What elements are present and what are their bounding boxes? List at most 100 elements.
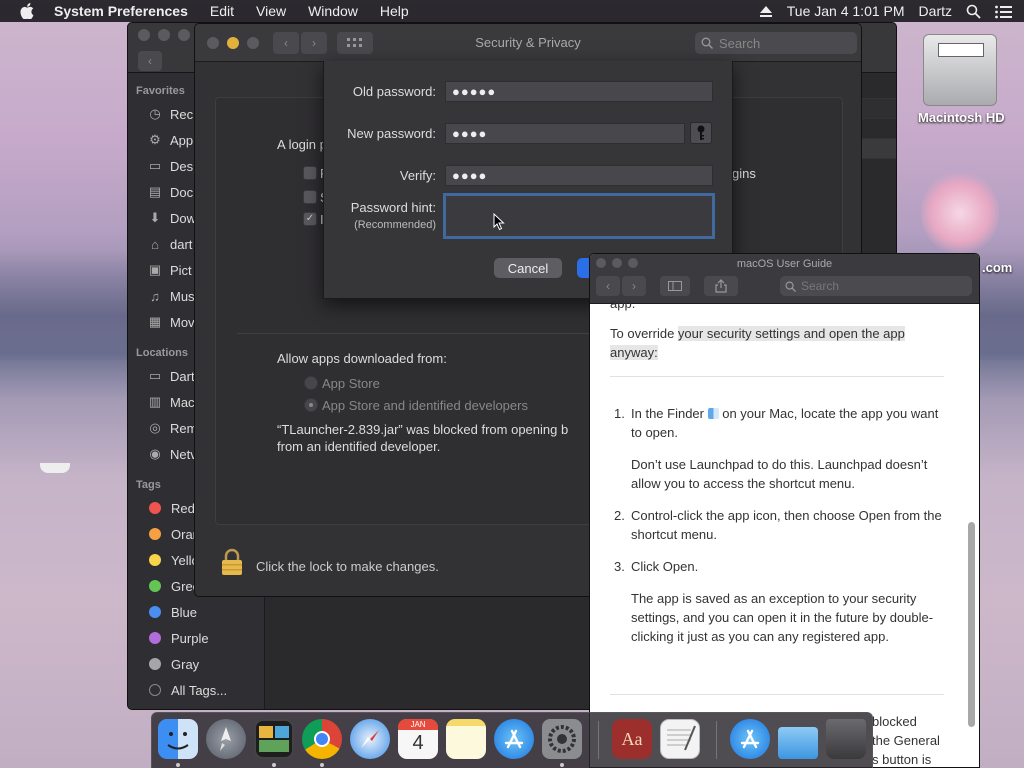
notes-icon[interactable] [446,719,486,759]
launchpad-icon[interactable] [206,719,246,759]
search-icon [785,281,796,292]
finder-icon[interactable] [158,719,198,759]
close-icon[interactable] [138,29,150,41]
zoom-icon[interactable] [178,29,190,41]
guide-title: macOS User Guide [736,258,833,270]
login-password-text: A login p [277,137,327,152]
desktop-image-icon[interactable] [921,170,999,256]
app-store-icon[interactable] [494,719,534,759]
running-indicator [560,763,564,767]
sidebar-item-label: Dart [170,368,195,384]
guide-content: app. To override your security settings … [590,296,979,767]
safari-icon[interactable] [350,719,390,759]
tag-color-icon [149,528,161,540]
sidebar-item-label: Mac [170,394,195,410]
tag-color-icon [149,502,161,514]
cancel-button[interactable]: Cancel [494,258,562,278]
guide-search-input[interactable] [801,279,961,293]
identified-developers-radio[interactable] [304,398,318,412]
old-password-label: Old password: [352,84,436,99]
downloads-folder-icon[interactable] [778,727,818,759]
apple-menu-icon[interactable] [20,3,36,19]
computer-icon: ▭ [148,368,162,383]
sidebar-item-label: All Tags... [171,682,228,698]
sidebar-item-tag-5[interactable]: Purple [128,625,264,651]
menu-app-name[interactable]: System Preferences [54,3,188,19]
trash-icon[interactable] [826,719,866,759]
sidebar-item-label: Pict [170,262,192,278]
sidebar-item-label: Des [170,158,194,174]
step-number: 3. [614,559,625,574]
sidebar-item-label: Dow [170,210,197,226]
password-hint-field[interactable] [443,193,715,239]
menu-edit[interactable]: Edit [210,3,234,19]
guide-text-fragment: the General [872,733,940,748]
sidebar-toggle-button[interactable] [660,276,690,296]
menu-window[interactable]: Window [308,3,358,19]
share-button[interactable] [704,276,738,296]
show-message-checkbox[interactable] [303,190,317,204]
mouse-cursor-icon [493,213,505,231]
chrome-icon[interactable] [302,719,342,759]
photo-app-icon[interactable] [254,719,294,759]
tag-color-icon [149,554,161,566]
music-icon: ♫ [150,288,160,304]
blocked-app-message-cont: from an identified developer. [277,439,441,454]
minimize-icon[interactable] [158,29,170,41]
sidebar-item-label: dart [170,236,193,252]
system-preferences-icon[interactable] [542,719,582,759]
app-store-downloads-icon[interactable] [730,719,770,759]
desktop-image-label: .com [982,260,1013,275]
app-store-radio-label: App Store [322,376,380,391]
app-store-radio[interactable] [304,376,318,390]
finder-icon [707,408,719,419]
sidebar-item-label: Gray [171,656,200,672]
lock-icon[interactable] [221,548,243,576]
apps-icon: ⚙ [149,132,161,147]
sidebar-item-all-tags[interactable]: All Tags... [128,677,264,703]
back-button[interactable]: ‹ [138,51,162,71]
dictionary-icon[interactable]: Aa [612,719,652,759]
back-button[interactable]: ‹ [596,276,620,296]
verify-password-field[interactable] [445,165,713,186]
search-input[interactable] [719,35,849,51]
menu-help[interactable]: Help [380,3,409,19]
tag-color-icon [149,606,161,618]
notification-center-icon[interactable] [995,3,1012,19]
new-password-field[interactable] [445,123,685,144]
blocked-app-message: “TLauncher-2.839.jar” was blocked from o… [277,422,569,437]
textedit-icon[interactable] [660,719,700,759]
sidebar-item-label: Netv [170,446,197,462]
disable-auto-login-checkbox[interactable]: ✓ [303,212,317,226]
sidebar-item-tag-4[interactable]: Blue [128,599,264,625]
step-1: In the Finder on your Mac, locate the ap… [631,404,949,442]
old-password-field[interactable] [445,81,713,102]
step-number: 2. [614,508,625,523]
eject-icon[interactable] [759,3,773,19]
sidebar-item-tag-6[interactable]: Gray [128,651,264,677]
menu-view[interactable]: View [256,3,286,19]
all-tags-icon [149,684,161,696]
user-guide-window[interactable]: macOS User Guide ‹ › app. To override yo… [589,253,980,768]
desktop-hard-drive[interactable]: Macintosh HD [918,34,1005,125]
guide-scrollbar[interactable] [968,522,975,727]
sidebar-item-label: App [170,132,194,148]
guide-search[interactable] [780,276,972,296]
wallpaper-boat [40,463,70,473]
step-1-note: Don’t use Launchpad to do this. Launchpa… [631,457,928,491]
require-password-checkbox[interactable] [303,166,317,180]
sidebar-icon [668,281,682,291]
spotlight-icon[interactable] [966,3,981,20]
home-icon: ⌂ [151,236,159,252]
step-3: Click Open. [631,559,699,574]
finder-running-indicator [176,763,180,767]
preferences-search[interactable] [695,32,857,54]
password-assistant-button[interactable] [690,122,712,144]
menu-clock[interactable]: Tue Jan 4 1:01 PM [787,3,905,19]
forward-button[interactable]: › [622,276,646,296]
guide-divider [610,694,944,695]
calendar-icon[interactable]: JAN 4 [398,719,438,759]
desktop-icon: ▭ [148,158,162,173]
sidebar-item-label: Rec [170,106,194,122]
menu-user[interactable]: Dartz [919,3,952,19]
